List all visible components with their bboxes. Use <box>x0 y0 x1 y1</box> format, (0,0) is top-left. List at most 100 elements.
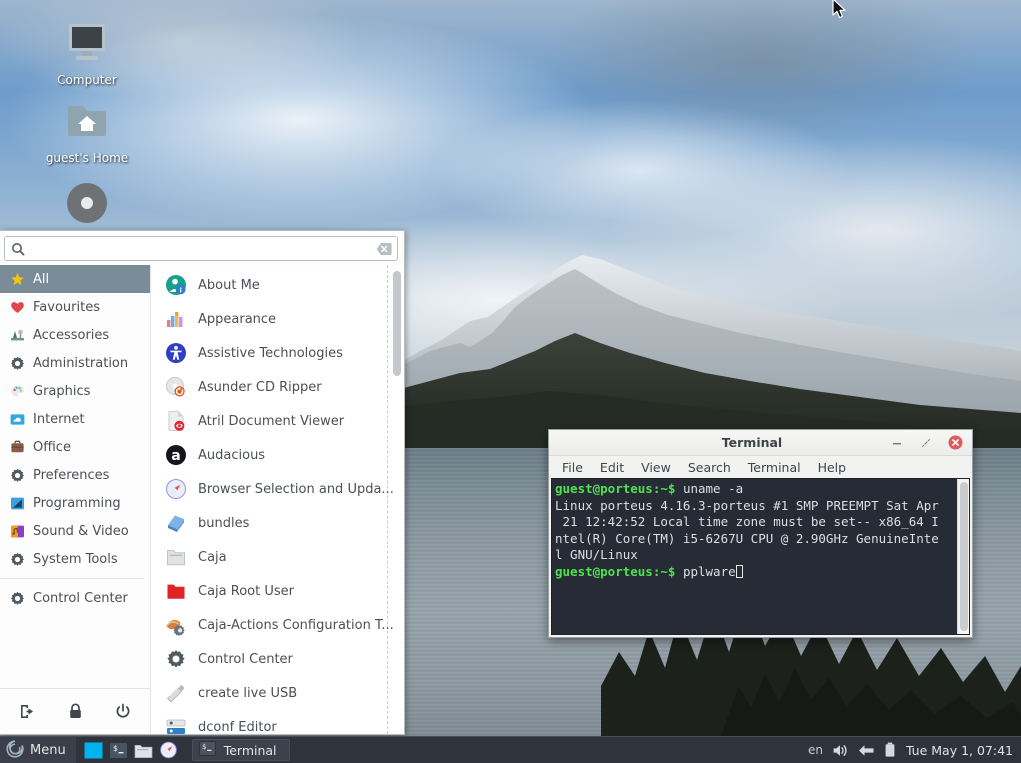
app-item-appearance[interactable]: Appearance <box>151 302 404 336</box>
category-sound-video[interactable]: Sound & Video <box>0 517 150 545</box>
folder-icon[interactable] <box>134 741 153 760</box>
menu-search[interactable]: Search <box>688 460 731 475</box>
clock[interactable]: Tue May 1, 07:41 <box>905 743 1013 758</box>
menu-file[interactable]: File <box>562 460 583 475</box>
menu-terminal[interactable]: Terminal <box>748 460 801 475</box>
logout-icon[interactable] <box>19 703 36 720</box>
menu-view[interactable]: View <box>641 460 671 475</box>
app-item-control-center[interactable]: Control Center <box>151 642 404 676</box>
lock-icon[interactable] <box>68 703 83 720</box>
taskbar-menu-button[interactable]: Menu <box>0 736 76 763</box>
minimize-icon[interactable] <box>889 435 905 451</box>
app-label: create live USB <box>198 685 298 701</box>
volume-icon[interactable] <box>832 743 849 758</box>
close-icon[interactable] <box>947 435 963 451</box>
desktop-icon-home[interactable]: guest's Home <box>32 96 142 165</box>
app-item-caja-actions-configuration[interactable]: Caja-Actions Configuration T... <box>151 608 404 642</box>
app-label: Browser Selection and Upda... <box>198 481 394 497</box>
category-all[interactable]: All <box>0 265 150 293</box>
app-label: Audacious <box>198 447 266 463</box>
system-tray: en Tue May 1, 07:41 <box>808 742 1021 758</box>
gear-icon <box>7 468 27 483</box>
taskbar-launchers: $ <box>76 741 186 760</box>
search-box[interactable] <box>4 236 398 261</box>
category-preferences[interactable]: Preferences <box>0 461 150 489</box>
search-icon <box>11 242 25 256</box>
app-label: bundles <box>198 515 250 531</box>
category-label: Programming <box>33 495 121 511</box>
terminal-line-text: Linux porteus 4.16.3-porteus #1 SMP PREE… <box>555 497 939 513</box>
app-item-atril-document-viewer[interactable]: Atril Document Viewer <box>151 404 404 438</box>
terminal-screen[interactable]: guest@porteus:~$ uname -a Linux porteus … <box>551 478 970 635</box>
category-label: System Tools <box>33 551 118 567</box>
show-desktop-icon[interactable] <box>84 741 103 760</box>
porteus-logo-icon <box>6 739 24 761</box>
desktop[interactable]: Computer guest's Home All Favourites Acc… <box>0 0 1021 763</box>
compass-icon[interactable] <box>159 741 178 760</box>
menu-edit[interactable]: Edit <box>600 460 624 475</box>
category-office[interactable]: Office <box>0 433 150 461</box>
category-control-center[interactable]: Control Center <box>0 584 150 612</box>
maximize-icon[interactable] <box>918 435 934 451</box>
applications-list[interactable]: About Me Appearance Assistive Technologi… <box>151 265 404 734</box>
red-folder-icon <box>164 579 188 603</box>
terminal-line-text: uname -a <box>675 481 744 496</box>
terminal-line-text: ntel(R) Core(TM) i5-6267U CPU @ 2.90GHz … <box>555 530 939 546</box>
category-programming[interactable]: Programming <box>0 489 150 517</box>
category-accessories[interactable]: Accessories <box>0 321 150 349</box>
music-icon <box>7 524 27 539</box>
terminal-window[interactable]: Terminal File Edit View Search Terminal … <box>548 429 973 638</box>
category-graphics[interactable]: Graphics <box>0 377 150 405</box>
category-administration[interactable]: Administration <box>0 349 150 377</box>
battery-icon[interactable] <box>884 742 896 758</box>
update-icon[interactable] <box>858 743 875 758</box>
menu-body: All Favourites Accessories Administratio… <box>0 265 404 734</box>
app-item-browser-selection[interactable]: Browser Selection and Upda... <box>151 472 404 506</box>
app-item-asunder-cd-ripper[interactable]: Asunder CD Ripper <box>151 370 404 404</box>
terminal-output: guest@porteus:~$ uname -a Linux porteus … <box>552 479 969 581</box>
terminal-scrollbar-thumb[interactable] <box>960 482 968 631</box>
menu-help[interactable]: Help <box>818 460 847 475</box>
scrollbar-thumb[interactable] <box>393 271 401 376</box>
app-item-assistive-technologies[interactable]: Assistive Technologies <box>151 336 404 370</box>
category-label: Sound & Video <box>33 523 129 539</box>
app-label: Control Center <box>198 651 293 667</box>
window-controls <box>889 435 972 451</box>
category-system-tools[interactable]: System Tools <box>0 545 150 573</box>
gear-icon <box>7 552 27 567</box>
app-item-bundles[interactable]: bundles <box>151 506 404 540</box>
gear-icon <box>7 356 27 371</box>
keyboard-layout-indicator[interactable]: en <box>808 743 823 757</box>
gear-icon <box>164 647 188 671</box>
category-internet[interactable]: Internet <box>0 405 150 433</box>
applications-scrollbar[interactable] <box>391 267 402 732</box>
power-icon[interactable] <box>115 703 131 720</box>
app-item-audacious[interactable]: a Audacious <box>151 438 404 472</box>
app-label: Asunder CD Ripper <box>198 379 322 395</box>
app-item-caja-root-user[interactable]: Caja Root User <box>151 574 404 608</box>
session-buttons <box>0 688 150 734</box>
terminal-scrollbar[interactable] <box>957 479 969 634</box>
compass-icon <box>164 477 188 501</box>
about-me-icon <box>164 273 188 297</box>
taskbar-task-terminal[interactable]: $ Terminal <box>191 739 290 761</box>
app-item-about-me[interactable]: About Me <box>151 268 404 302</box>
app-item-dconf-editor[interactable]: dconf Editor <box>151 710 404 734</box>
terminal-titlebar[interactable]: Terminal <box>549 430 972 456</box>
terminal-icon[interactable]: $ <box>108 741 128 760</box>
home-folder-icon <box>32 96 142 148</box>
search-input[interactable] <box>31 238 376 259</box>
terminal-menubar[interactable]: File Edit View Search Terminal Help <box>549 456 972 478</box>
dconf-icon <box>164 715 188 734</box>
taskbar[interactable]: Menu $ $ Terminal en Tue May 1, 07:41 <box>0 736 1021 763</box>
application-menu[interactable]: All Favourites Accessories Administratio… <box>0 230 405 735</box>
app-label: Atril Document Viewer <box>198 413 345 429</box>
category-label: Office <box>33 439 71 455</box>
category-favourites[interactable]: Favourites <box>0 293 150 321</box>
gear-icon <box>7 591 27 606</box>
desktop-icon-computer[interactable]: Computer <box>32 18 142 87</box>
clear-icon[interactable] <box>376 242 392 256</box>
app-item-create-live-usb[interactable]: create live USB <box>151 676 404 710</box>
app-label: Caja-Actions Configuration T... <box>198 617 394 633</box>
app-item-caja[interactable]: Caja <box>151 540 404 574</box>
